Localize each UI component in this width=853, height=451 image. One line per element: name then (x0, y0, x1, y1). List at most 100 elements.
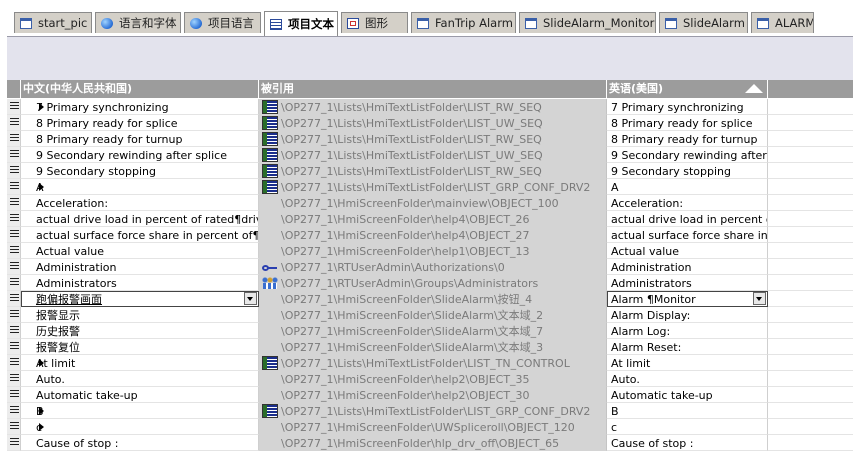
dropdown-button[interactable] (753, 292, 766, 305)
table-row[interactable]: B \OP277_1\Lists\HmiTextListFolder\LIST_G… (7, 403, 853, 419)
cell-english[interactable]: Alarm Log: (607, 323, 768, 339)
tab-3[interactable]: 项目文本 (264, 11, 338, 36)
table-row[interactable]: 报警显示 \OP277_1\HmiScreenFolder\SlideAlarm\… (7, 307, 853, 323)
tab-4[interactable]: 图形 (341, 12, 408, 33)
expand-arrow-icon[interactable] (39, 103, 44, 111)
column-header-english[interactable]: 英语(美国) (607, 80, 768, 98)
table-row[interactable]: 8 Primary ready for splice \OP277_1\Lists… (7, 115, 853, 131)
dropdown-button[interactable] (244, 292, 257, 305)
table-row[interactable]: 9 Secondary stopping \OP277_1\Lists\HmiTe… (7, 163, 853, 179)
cell-chinese[interactable]: Administration (21, 259, 259, 275)
row-selector[interactable] (7, 99, 21, 115)
tab-0[interactable]: start_pic (14, 12, 92, 33)
row-selector[interactable] (7, 195, 21, 211)
cell-chinese[interactable]: 报警显示 (21, 307, 259, 323)
tab-1[interactable]: 语言和字体 (95, 12, 181, 33)
table-row[interactable]: Actual value \OP277_1\HmiScreenFolder\hel… (7, 243, 853, 259)
cell-english[interactable]: actual drive load in percent of ra (607, 211, 768, 227)
tab-8[interactable]: ALARM (751, 12, 814, 33)
cell-english[interactable]: 9 Secondary stopping (607, 163, 768, 179)
table-row[interactable]: Acceleration: \OP277_1\HmiScreenFolder\ma… (7, 195, 853, 211)
row-selector[interactable] (7, 307, 21, 323)
table-row[interactable]: Administrators \OP277_1\RTUserAdmin\Group… (7, 275, 853, 291)
sort-ascending-icon[interactable] (745, 84, 763, 93)
cell-english[interactable]: At limit (607, 355, 768, 371)
table-row[interactable]: 跑偏报警画面 \OP277_1\HmiScreenFolder\SlideAlar… (7, 291, 853, 307)
row-selector[interactable] (7, 275, 21, 291)
cell-chinese[interactable]: Acceleration: (21, 195, 259, 211)
cell-chinese[interactable]: Auto. (21, 371, 259, 387)
cell-chinese[interactable]: 9 Secondary rewinding after splice (21, 147, 259, 163)
cell-english[interactable]: Automatic take-up (607, 387, 768, 403)
cell-chinese[interactable]: B (21, 403, 259, 419)
cell-english[interactable]: Actual value (607, 243, 768, 259)
cell-chinese[interactable]: Cause of stop : (21, 435, 259, 451)
cell-english[interactable]: 7 Primary synchronizing (607, 99, 768, 115)
cell-chinese[interactable]: 报警复位 (21, 339, 259, 355)
expand-arrow-icon[interactable] (39, 423, 44, 431)
cell-chinese[interactable]: At limit (21, 355, 259, 371)
table-row[interactable]: c \OP277_1\HmiScreenFolder\UWSpliceroll\O… (7, 419, 853, 435)
row-selector[interactable] (7, 419, 21, 435)
column-header-reference[interactable]: 被引用 (259, 80, 607, 98)
cell-english[interactable]: Alarm Display: (607, 307, 768, 323)
cell-chinese[interactable]: c (21, 419, 259, 435)
table-row[interactable]: actual drive load in percent of rated¶dr… (7, 211, 853, 227)
expand-arrow-icon[interactable] (39, 183, 44, 191)
row-selector[interactable] (7, 131, 21, 147)
cell-english[interactable]: Cause of stop : (607, 435, 768, 451)
table-row[interactable]: 7 Primary synchronizing \OP277_1\Lists\Hm… (7, 99, 853, 115)
row-selector[interactable] (7, 211, 21, 227)
cell-english[interactable]: A (607, 179, 768, 195)
cell-chinese[interactable]: actual surface force share in percent of… (21, 227, 259, 243)
row-selector[interactable] (7, 179, 21, 195)
cell-english[interactable]: 8 Primary ready for splice (607, 115, 768, 131)
cell-english[interactable]: B (607, 403, 768, 419)
row-selector[interactable] (7, 243, 21, 259)
cell-english[interactable]: Administration (607, 259, 768, 275)
cell-chinese[interactable]: 跑偏报警画面 (21, 291, 259, 307)
cell-chinese[interactable]: actual drive load in percent of rated¶dr… (21, 211, 259, 227)
row-selector[interactable] (7, 387, 21, 403)
row-selector[interactable] (7, 147, 21, 163)
table-row[interactable]: Cause of stop : \OP277_1\HmiScreenFolder\… (7, 435, 853, 451)
row-selector-header[interactable] (7, 80, 21, 98)
row-selector[interactable] (7, 403, 21, 419)
column-header-chinese[interactable]: 中文(中华人民共和国) (21, 80, 259, 98)
expand-arrow-icon[interactable] (39, 359, 44, 367)
cell-chinese[interactable]: A (21, 179, 259, 195)
cell-chinese[interactable]: 历史报警 (21, 323, 259, 339)
row-selector[interactable] (7, 323, 21, 339)
cell-chinese[interactable]: 7 Primary synchronizing (21, 99, 259, 115)
cell-english[interactable]: Auto. (607, 371, 768, 387)
cell-english[interactable]: Acceleration: (607, 195, 768, 211)
row-selector[interactable] (7, 371, 21, 387)
tab-2[interactable]: 项目语言 (184, 12, 261, 33)
row-selector[interactable] (7, 163, 21, 179)
table-row[interactable]: Auto. \OP277_1\HmiScreenFolder\help2\OBJE… (7, 371, 853, 387)
row-selector[interactable] (7, 355, 21, 371)
table-row[interactable]: 9 Secondary rewinding after splice \OP277… (7, 147, 853, 163)
expand-arrow-icon[interactable] (39, 407, 44, 415)
cell-english[interactable]: Alarm ¶Monitor (607, 291, 768, 307)
row-selector[interactable] (7, 227, 21, 243)
cell-english[interactable]: 8 Primary ready for turnup (607, 131, 768, 147)
row-selector[interactable] (7, 339, 21, 355)
cell-english[interactable]: actual surface force share in per (607, 227, 768, 243)
table-row[interactable]: A \OP277_1\Lists\HmiTextListFolder\LIST_G… (7, 179, 853, 195)
cell-chinese[interactable]: 8 Primary ready for splice (21, 115, 259, 131)
row-selector[interactable] (7, 435, 21, 451)
cell-chinese[interactable]: 9 Secondary stopping (21, 163, 259, 179)
tab-6[interactable]: SlideAlarm_Monitor (519, 12, 656, 33)
cell-english[interactable]: Administrators (607, 275, 768, 291)
cell-chinese[interactable]: Actual value (21, 243, 259, 259)
table-row[interactable]: 8 Primary ready for turnup \OP277_1\Lists… (7, 131, 853, 147)
table-row[interactable]: actual surface force share in percent of… (7, 227, 853, 243)
tab-5[interactable]: FanTrip Alarm (411, 12, 516, 33)
tab-7[interactable]: SlideAlarm (659, 12, 748, 33)
row-selector[interactable] (7, 291, 21, 307)
table-row[interactable]: 报警复位 \OP277_1\HmiScreenFolder\SlideAlarm\… (7, 339, 853, 355)
row-selector[interactable] (7, 115, 21, 131)
cell-english[interactable]: 9 Secondary rewinding after splice (607, 147, 768, 163)
table-row[interactable]: At limit \OP277_1\Lists\HmiTextListFolder… (7, 355, 853, 371)
